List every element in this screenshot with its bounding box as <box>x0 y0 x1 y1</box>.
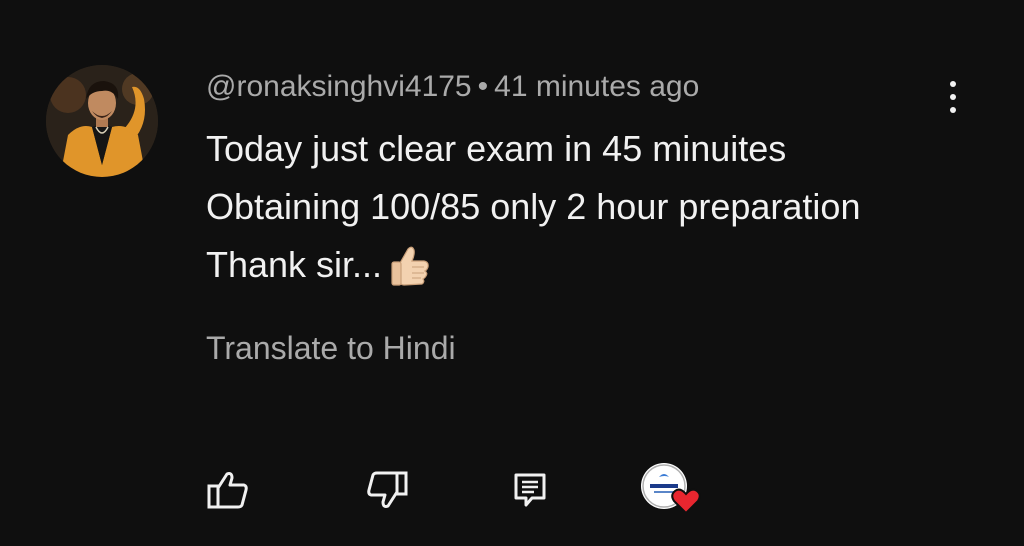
creator-heart <box>641 463 705 517</box>
more-vert-icon[interactable] <box>936 78 970 118</box>
avatar-image <box>46 65 158 177</box>
dislike-button[interactable] <box>365 468 409 512</box>
meta-separator: • <box>477 70 489 103</box>
author-avatar[interactable] <box>46 65 158 177</box>
comment-line-last: Thank sir... <box>206 236 860 294</box>
comment-body: Today just clear exam in 45 minuites Obt… <box>206 120 860 294</box>
translate-link[interactable]: Translate to Hindi <box>206 330 456 367</box>
comment-meta: @ronaksinghvi4175 • 41 minutes ago <box>206 70 699 104</box>
comment-reply-icon <box>514 473 546 507</box>
comment-line: Today just clear exam in 45 minuites <box>206 128 787 169</box>
comment-line: Thank sir... <box>206 244 383 285</box>
comment-line: Obtaining 100/85 only 2 hour preparation <box>206 186 861 227</box>
like-button[interactable] <box>206 468 250 512</box>
thumb-down-outline-icon <box>367 471 408 508</box>
comment-timestamp: 41 minutes ago <box>494 70 700 103</box>
creator-heart-icon <box>671 488 701 515</box>
thumbs-up-emoji <box>390 245 430 304</box>
thumb-up-outline-icon <box>207 472 248 509</box>
reply-button[interactable] <box>508 468 552 512</box>
author-handle[interactable]: @ronaksinghvi4175 <box>206 70 472 103</box>
